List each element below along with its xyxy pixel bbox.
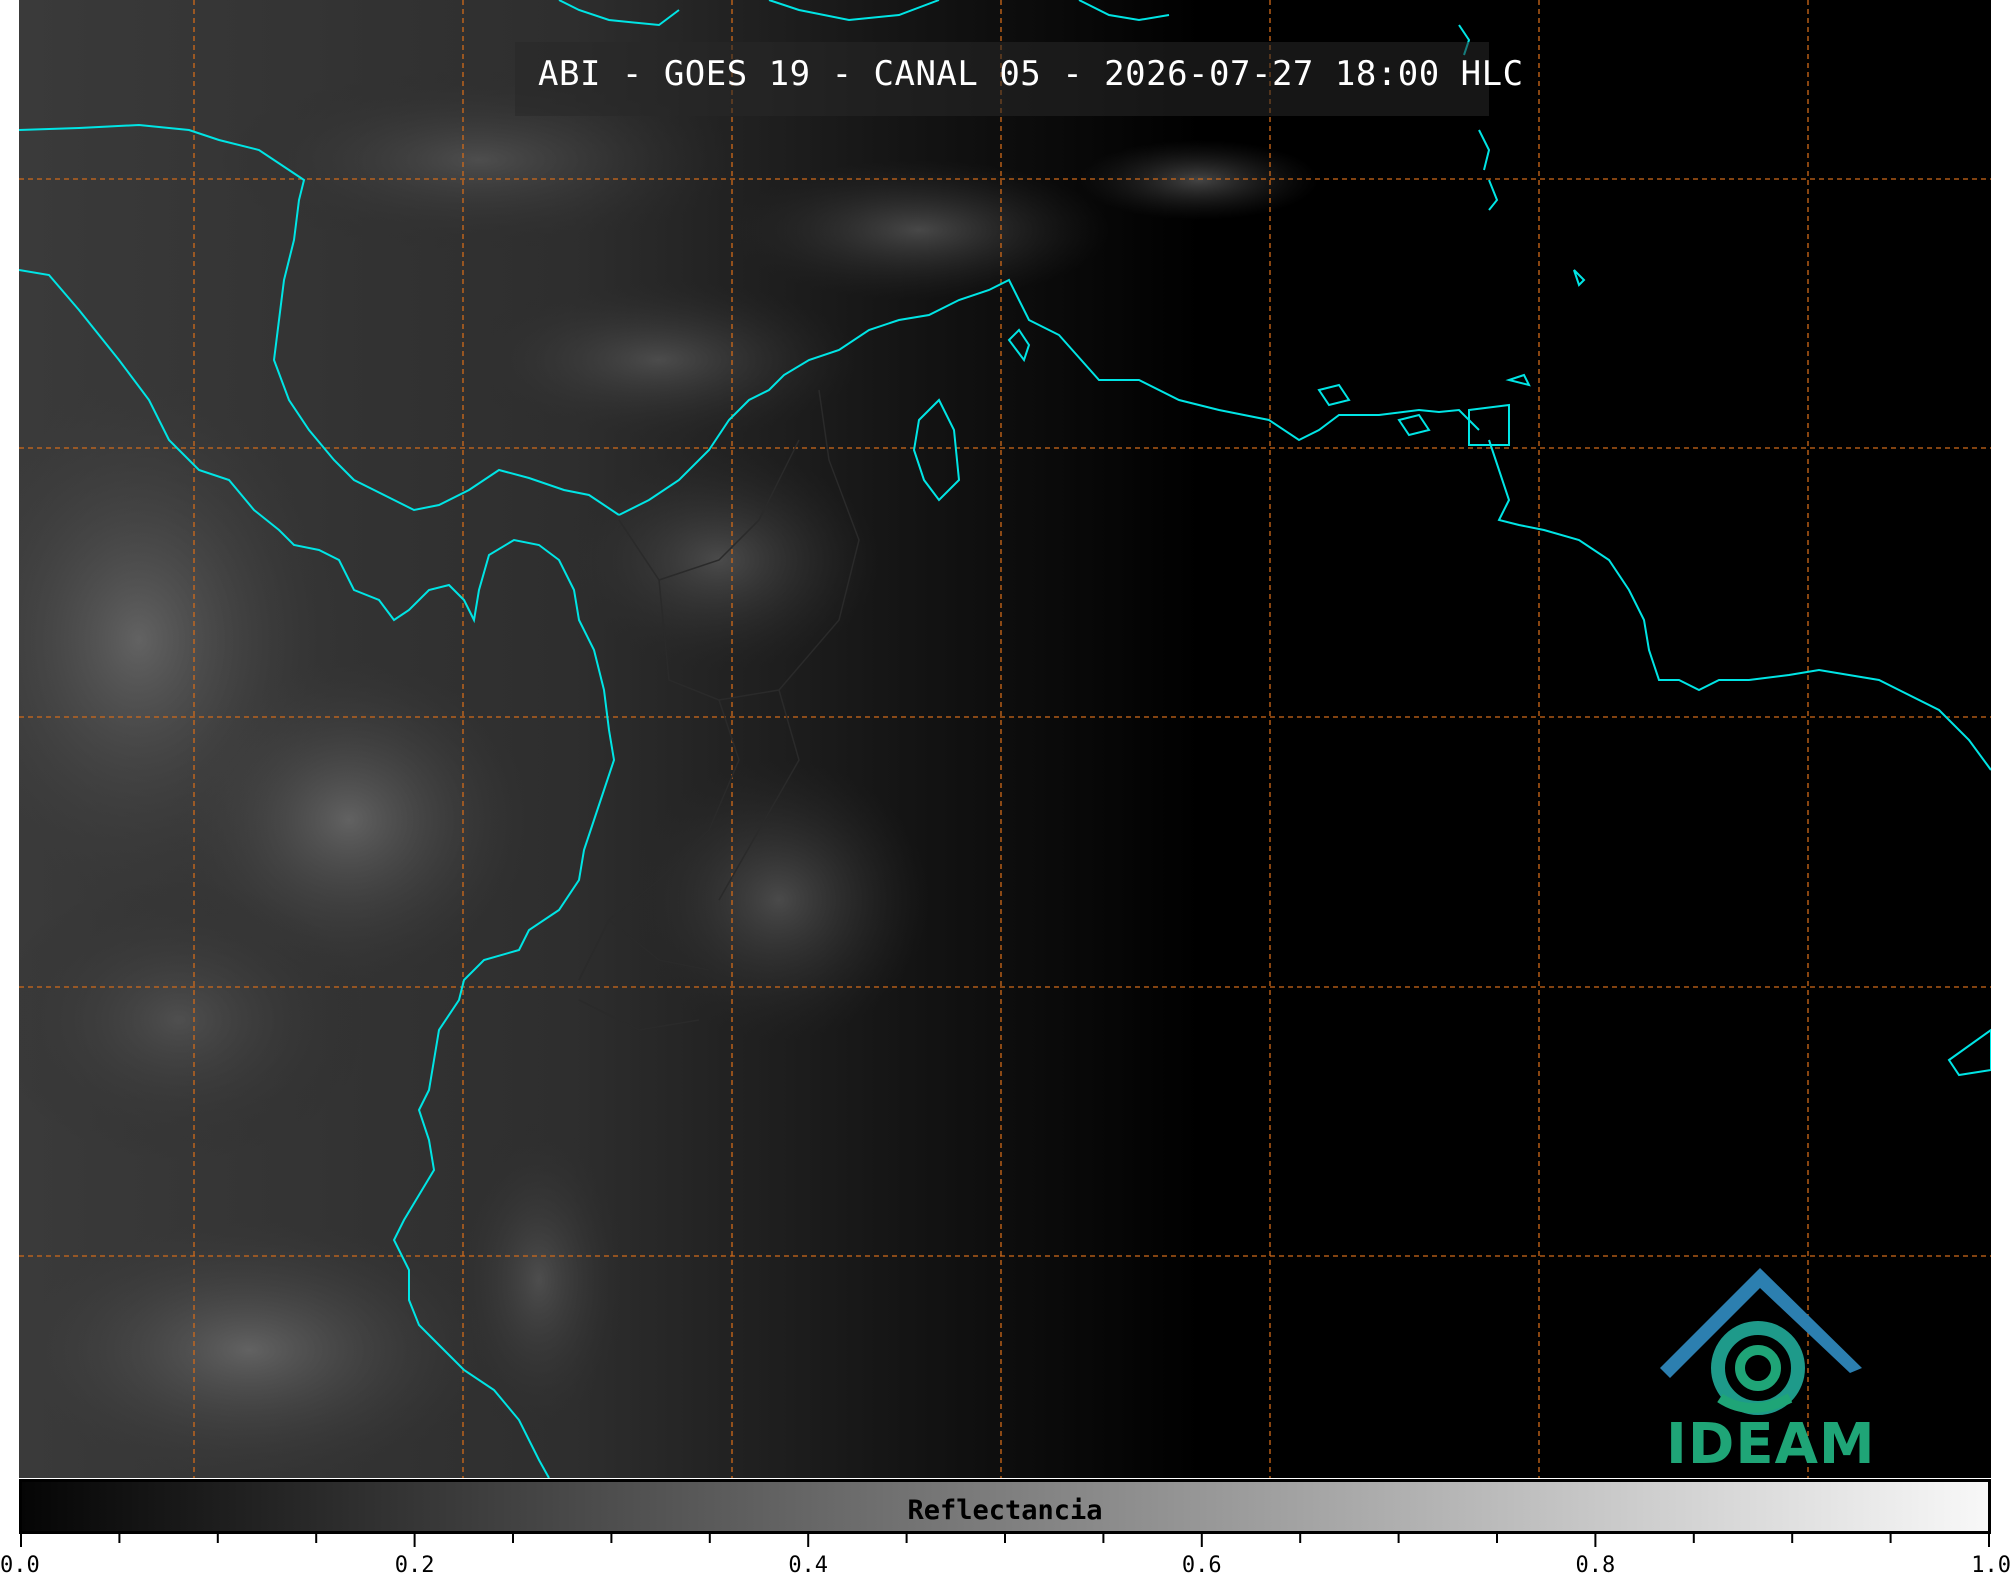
colorbar-axis: 0.0 0.2 0.4 0.6 0.8 1.0 (0, 1534, 2011, 1577)
colorbar-tick-label: 0.6 (1182, 1553, 1222, 1577)
colorbar-tick-label: 0.8 (1576, 1553, 1616, 1577)
colorbar-label: Reflectancia (907, 1495, 1103, 1526)
colorbar-tick-label: 0.2 (395, 1553, 435, 1577)
image-title: ABI - GOES 19 - CANAL 05 - 2026-07-27 18… (538, 54, 1524, 94)
colorbar: Reflectancia (19, 1479, 1991, 1534)
colorbar-tick-label: 0.4 (788, 1553, 828, 1577)
logo-wordmark: IDEAM (1666, 1412, 1876, 1477)
colorbar-tick-label: 1.0 (1971, 1553, 2011, 1577)
colorbar-tick-label: 0.0 (0, 1553, 40, 1577)
